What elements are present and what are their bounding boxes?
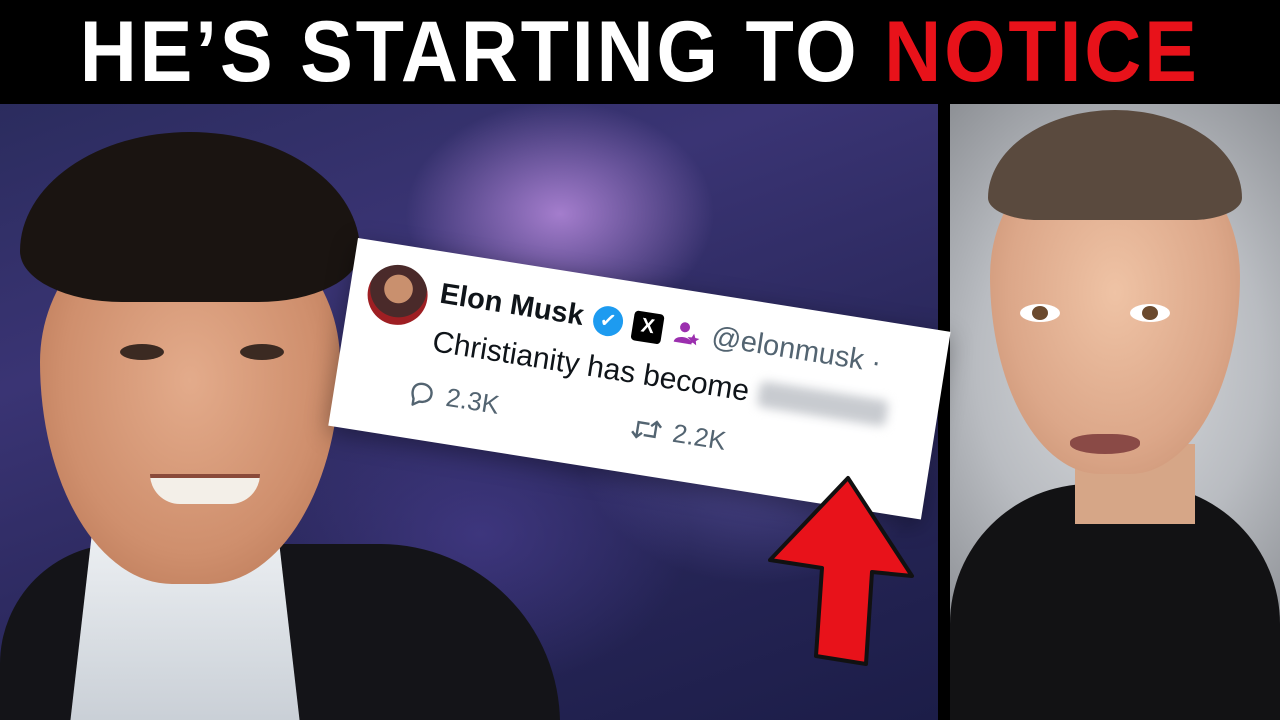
right-photo-panel xyxy=(950,104,1280,720)
blurred-word xyxy=(756,380,890,427)
right-person-mouth xyxy=(1070,434,1140,454)
author-name[interactable]: Elon Musk xyxy=(438,278,586,333)
reply-icon xyxy=(411,382,433,406)
headline-bar: HE’S STARTING TO NOTICE xyxy=(0,0,1280,104)
left-person-eye xyxy=(120,344,164,360)
verified-badge-icon: ✓ xyxy=(591,303,626,338)
red-arrow-icon xyxy=(768,476,914,666)
panel-divider xyxy=(938,104,950,720)
left-person-eye xyxy=(240,344,284,360)
avatar[interactable] xyxy=(363,260,432,330)
repost-button[interactable]: 2.2K xyxy=(627,411,728,457)
left-person-hair xyxy=(20,132,360,302)
repost-count: 2.2K xyxy=(670,417,729,456)
headline-accent: NOTICE xyxy=(884,4,1200,100)
repost-icon xyxy=(630,419,662,439)
x-logo-icon: X xyxy=(630,309,665,345)
author-handle[interactable]: @elonmusk · xyxy=(709,321,883,380)
reply-button[interactable]: 2.3K xyxy=(404,376,501,421)
right-person-eye xyxy=(1130,304,1170,322)
right-person-hair xyxy=(988,110,1242,220)
left-person-smile xyxy=(150,474,260,504)
affiliate-icon xyxy=(670,316,704,350)
thumbnail: HE’S STARTING TO NOTICE Elon Musk ✓ X @e… xyxy=(0,0,1280,720)
headline: HE’S STARTING TO NOTICE xyxy=(80,9,1200,95)
right-person-eye xyxy=(1020,304,1060,322)
reply-count: 2.3K xyxy=(443,381,502,420)
headline-part1: HE’S STARTING TO xyxy=(80,4,860,100)
